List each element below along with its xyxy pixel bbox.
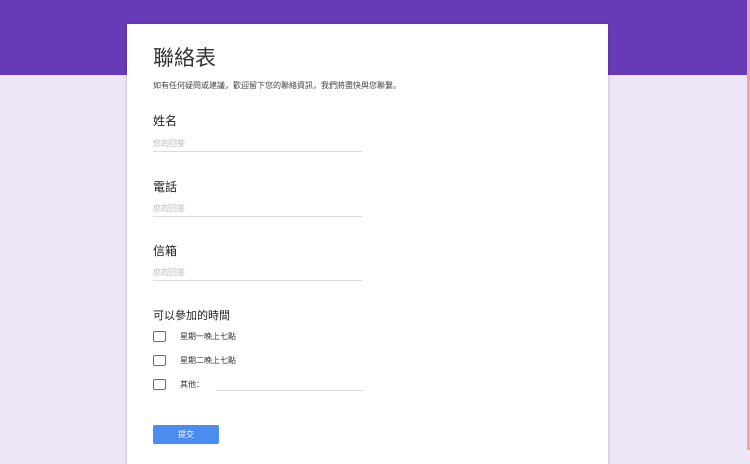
- option-label: 其他：: [180, 379, 204, 389]
- form-description: 如有任何疑問或建議，歡迎留下您的聯絡資訊，我們將盡快與您聯繫。: [153, 81, 401, 90]
- question-email-label: 信箱: [153, 244, 178, 258]
- checkbox-option-tuesday[interactable]: 星期二晚上七點: [153, 353, 236, 367]
- question-time-label: 可以參加的時間: [153, 309, 230, 322]
- name-input[interactable]: [153, 136, 362, 152]
- question-name-label: 姓名: [153, 114, 178, 128]
- option-label: 星期一晚上七點: [180, 331, 236, 341]
- phone-input[interactable]: [153, 201, 362, 217]
- checkbox-option-monday[interactable]: 星期一晚上七點: [153, 329, 236, 343]
- checkbox-other[interactable]: [153, 378, 166, 390]
- submit-button[interactable]: 提交: [153, 425, 219, 444]
- email-input[interactable]: [153, 265, 362, 281]
- checkbox-tuesday[interactable]: [153, 354, 166, 366]
- form-title: 聯絡表: [153, 46, 216, 70]
- option-label: 星期二晚上七點: [180, 355, 236, 365]
- form-card: 聯絡表 如有任何疑問或建議，歡迎留下您的聯絡資訊，我們將盡快與您聯繫。 姓名 電…: [127, 24, 608, 464]
- question-phone-label: 電話: [153, 180, 178, 194]
- checkbox-option-other[interactable]: 其他：: [153, 377, 364, 391]
- checkbox-monday[interactable]: [153, 330, 166, 342]
- other-text-input[interactable]: [216, 377, 364, 391]
